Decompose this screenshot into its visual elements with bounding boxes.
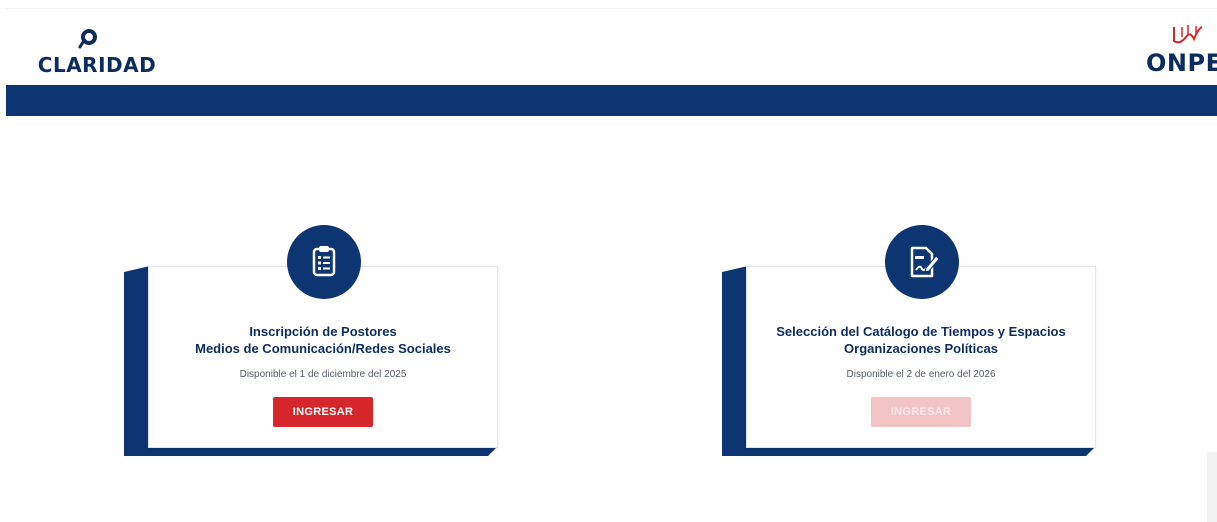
site-header: CLARIDAD ONPE — [6, 8, 1217, 85]
magnifier-logo-icon — [78, 29, 97, 49]
availability-text: Disponible el 1 de diciembre del 2025 — [239, 369, 407, 380]
onpe-logo[interactable]: ONPE — [1134, 19, 1217, 79]
card-icon-badge — [287, 225, 361, 299]
card-title-line-1: Selección del Catálogo de Tiempos y Espa… — [776, 324, 1066, 339]
onpe-emblem-icon — [1173, 25, 1203, 44]
card-icon-badge — [885, 225, 959, 299]
navigation-bar — [6, 85, 1217, 116]
scrollbar-edge[interactable] — [1207, 452, 1217, 522]
card-seleccion-catalogo: Selección del Catálogo de Tiempos y Espa… — [722, 225, 1098, 458]
ingresar-button[interactable]: INGRESAR — [871, 397, 971, 427]
ingresar-button[interactable]: INGRESAR — [273, 397, 373, 427]
claridad-logo[interactable]: CLARIDAD — [32, 23, 162, 83]
card-title-line-1: Inscripción de Postores — [249, 324, 397, 339]
card-title-line-2: Organizaciones Políticas — [844, 341, 998, 356]
claridad-logo-text: CLARIDAD — [37, 53, 157, 77]
card-title-line-2: Medios de Comunicación/Redes Sociales — [195, 341, 451, 356]
card-title: Inscripción de Postores Medios de Comuni… — [149, 323, 497, 357]
availability-text: Disponible el 2 de enero del 2026 — [846, 369, 996, 380]
document-signature-icon — [910, 246, 940, 278]
clipboard-list-icon — [312, 246, 336, 277]
onpe-logo-text: ONPE — [1146, 49, 1217, 77]
card-title: Selección del Catálogo de Tiempos y Espa… — [747, 323, 1095, 357]
card-inscripcion-postores: Inscripción de Postores Medios de Comuni… — [124, 225, 500, 458]
